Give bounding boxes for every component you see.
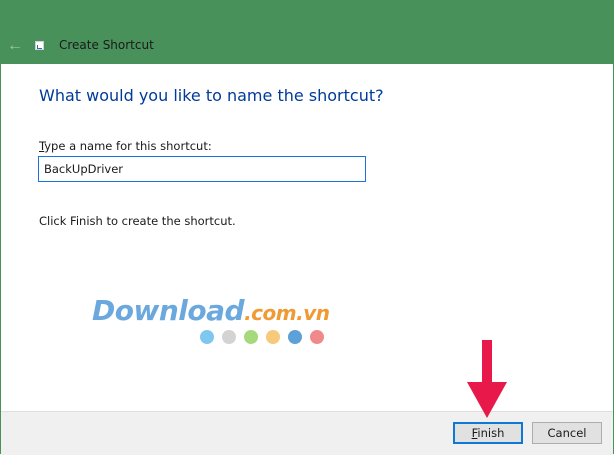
watermark-brand: Download: [92, 294, 245, 327]
name-field-label-text: ype a name for this shortcut:: [44, 139, 212, 153]
annotation-arrow-icon: [467, 340, 507, 418]
watermark-logo: Download.com.vn: [92, 294, 330, 327]
cancel-button[interactable]: Cancel: [532, 422, 602, 444]
window-title: Create Shortcut: [59, 38, 154, 52]
finish-hint-text: Click Finish to create the shortcut.: [39, 214, 236, 228]
shortcut-icon: [35, 41, 44, 50]
watermark-dot: [200, 330, 214, 344]
title-bar: ← Create Shortcut: [0, 0, 614, 64]
shortcut-name-input[interactable]: [38, 156, 366, 182]
watermark-dot: [222, 330, 236, 344]
name-field-label: Type a name for this shortcut:: [39, 139, 212, 153]
watermark-dot: [310, 330, 324, 344]
finish-button[interactable]: Finish: [453, 422, 523, 444]
watermark-dot: [244, 330, 258, 344]
window-border-left: [0, 64, 1, 454]
back-arrow-icon[interactable]: ←: [4, 36, 26, 56]
watermark-suffix: .com.vn: [244, 301, 330, 325]
watermark-dot: [288, 330, 302, 344]
page-heading: What would you like to name the shortcut…: [39, 86, 384, 105]
watermark-dot: [266, 330, 280, 344]
finish-button-label: inish: [477, 426, 505, 440]
